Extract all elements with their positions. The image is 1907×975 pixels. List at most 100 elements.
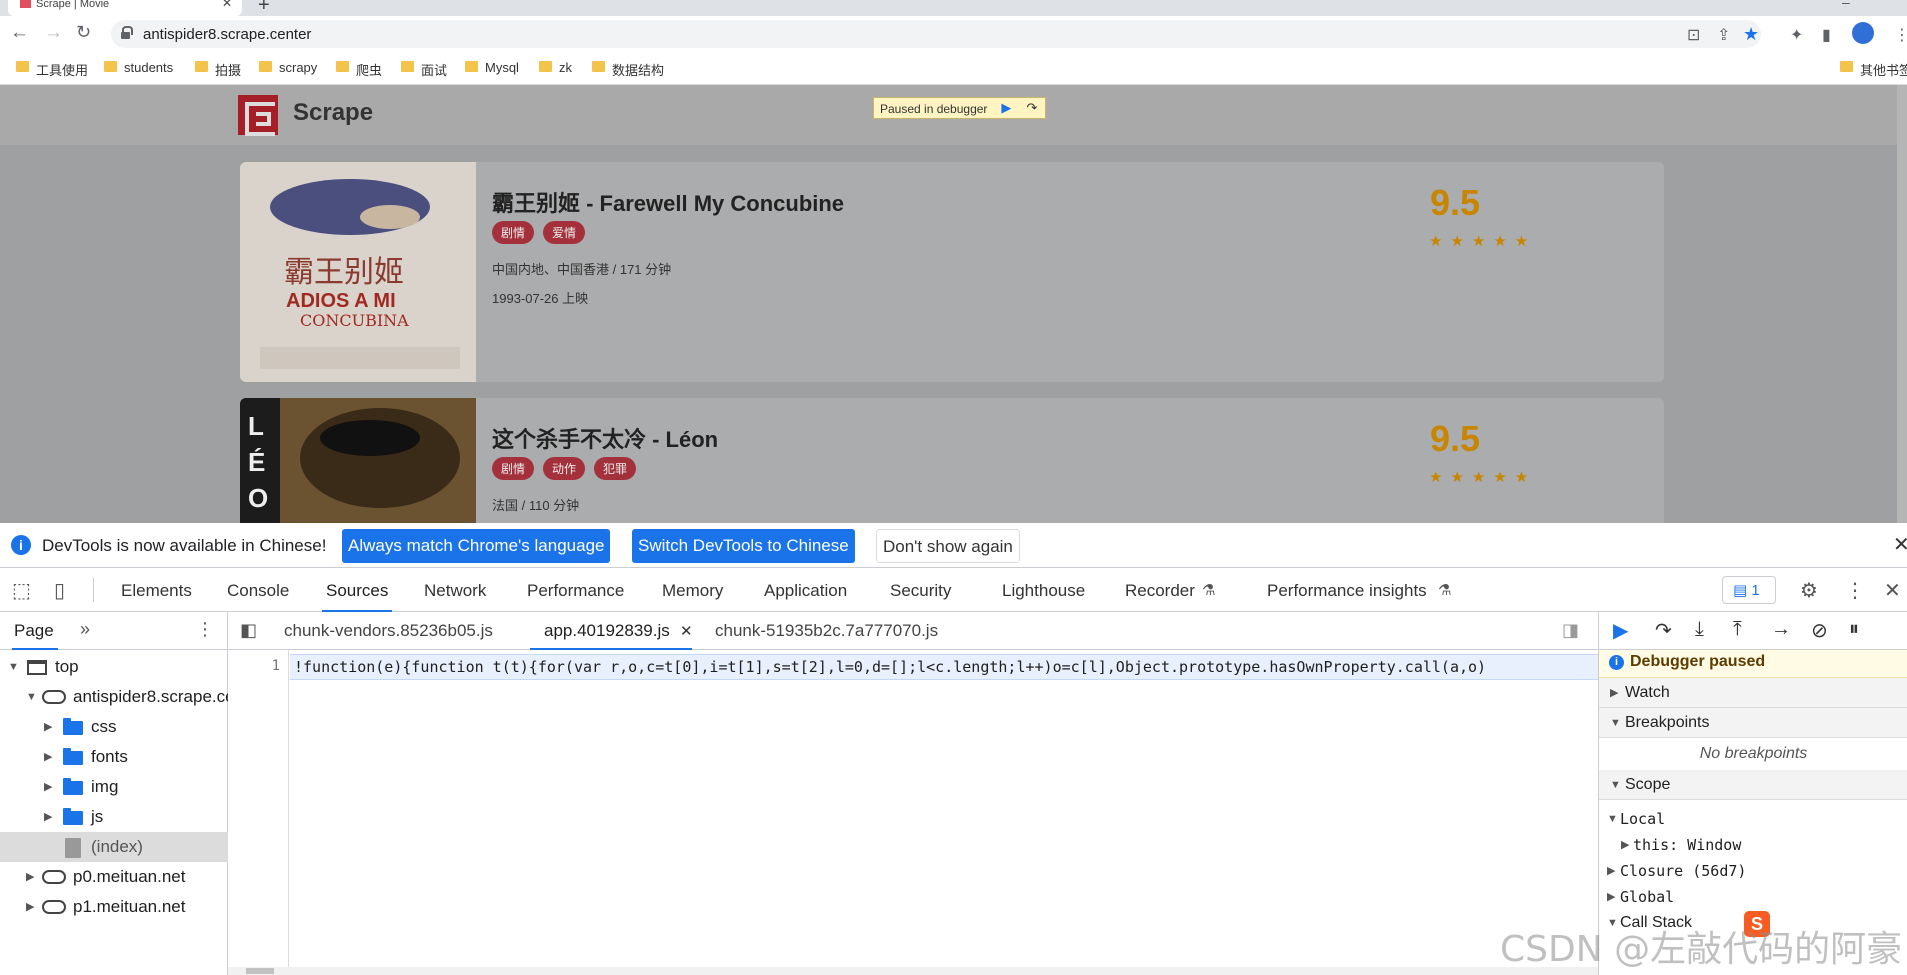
bookmark-item[interactable]: Mysql [463, 60, 519, 75]
section-scope[interactable]: ▼ Scope [1599, 770, 1907, 800]
code-text[interactable]: !function(e){function t(t){for(var r,o,c… [294, 658, 1486, 676]
switch-devtools-chinese-button[interactable]: Switch DevTools to Chinese [632, 529, 855, 563]
movie-title[interactable]: 这个杀手不太冷 - Léon [492, 422, 718, 454]
expand-arrow-icon[interactable]: ▶ [44, 802, 52, 832]
tree-node-file[interactable]: (index) [0, 832, 228, 862]
bookmark-item[interactable]: 工具使用 [14, 60, 88, 79]
bookmark-item[interactable]: 数据结构 [590, 60, 664, 79]
expand-arrow-icon[interactable]: ▶ [1607, 860, 1615, 882]
pause-on-exceptions-icon[interactable]: ⏸ [1849, 618, 1859, 641]
expand-arrow-icon[interactable]: ▶ [1610, 678, 1618, 708]
genre-tag[interactable]: 爱情 [543, 221, 586, 244]
collapse-arrow-icon[interactable]: ▼ [1610, 708, 1621, 738]
bookmark-item[interactable]: zk [537, 60, 572, 75]
tab-performance[interactable]: Performance [527, 581, 624, 601]
bookmark-item[interactable]: 拍摄 [193, 60, 241, 79]
new-tab-icon[interactable]: + [258, 0, 270, 17]
tab-performance-insights[interactable]: Performance insights [1267, 581, 1427, 601]
editor-tab[interactable]: chunk-51935b2c.7a777070.js [715, 621, 938, 641]
genre-tag[interactable]: 犯罪 [594, 457, 637, 480]
scope-closure[interactable]: ▶ Closure (56d7) [1599, 860, 1907, 882]
bookmark-item[interactable]: students [102, 60, 173, 75]
scope-local[interactable]: ▼ Local [1599, 808, 1907, 830]
tree-node-domain[interactable]: ▶ p1.meituan.net [0, 892, 228, 922]
share-icon[interactable]: ⇪ [1717, 25, 1730, 45]
editor-tab-active[interactable]: app.40192839.js [530, 621, 692, 650]
section-watch[interactable]: ▶ Watch [1599, 678, 1907, 708]
genre-tag[interactable]: 剧情 [492, 457, 535, 480]
tree-node-domain[interactable]: ▼ antispider8.scrape.center [0, 682, 228, 712]
step-icon[interactable]: → [1771, 618, 1791, 641]
expand-arrow-icon[interactable]: ▶ [44, 712, 52, 742]
other-bookmarks[interactable]: 其他书签 [1838, 60, 1907, 79]
dont-show-again-button[interactable]: Don't show again [876, 529, 1020, 563]
sidepanel-icon[interactable]: ▮ [1822, 25, 1831, 45]
resume-icon[interactable]: ▶ [1001, 100, 1011, 116]
menu-icon[interactable]: ⋮ [1894, 25, 1907, 45]
browser-tab[interactable]: Scrape | Movie ✕ [8, 0, 242, 16]
forward-icon[interactable]: → [44, 22, 63, 44]
close-tab-icon[interactable]: ✕ [222, 0, 232, 9]
bookmark-item[interactable]: 面试 [399, 60, 447, 79]
tree-node-domain[interactable]: ▶ p0.meituan.net [0, 862, 228, 892]
always-match-language-button[interactable]: Always match Chrome's language [342, 529, 611, 563]
site-brand[interactable]: Scrape [293, 99, 373, 127]
extensions-icon[interactable]: ✦ [1790, 25, 1803, 45]
close-devtools-icon[interactable]: ✕ [1884, 578, 1901, 603]
step-over-icon[interactable]: ↷ [1027, 100, 1038, 116]
scrape-logo[interactable] [238, 95, 278, 136]
bookmark-item[interactable]: scrapy [257, 60, 317, 75]
url-text[interactable]: antispider8.scrape.center [143, 26, 311, 43]
lock-icon[interactable] [121, 26, 133, 39]
bookmark-item[interactable]: 爬虫 [334, 60, 382, 79]
inspect-element-icon[interactable]: ⬚ [12, 578, 31, 603]
tab-sources[interactable]: Sources [321, 581, 393, 613]
tree-node-folder[interactable]: ▶ fonts [0, 742, 228, 772]
toggle-debugger-icon[interactable]: ◨ [1562, 620, 1579, 641]
expand-arrow-icon[interactable]: ▶ [26, 892, 34, 922]
more-options-icon[interactable]: ⋮ [1845, 578, 1865, 603]
address-bar[interactable]: antispider8.scrape.center ⊡ ⇪ ★ [111, 20, 1761, 48]
navigator-menu-icon[interactable]: ⋮ [196, 619, 214, 640]
resume-icon[interactable]: ▶ [1613, 618, 1628, 643]
page-scrollbar[interactable] [1897, 85, 1907, 523]
tab-lighthouse[interactable]: Lighthouse [1002, 581, 1085, 601]
tab-recorder[interactable]: Recorder [1125, 581, 1195, 601]
genre-tag[interactable]: 剧情 [492, 221, 535, 244]
tab-page[interactable]: Page [12, 621, 58, 650]
step-into-icon[interactable]: ⤓ [1695, 618, 1704, 641]
step-over-icon[interactable]: ↷ [1655, 618, 1672, 643]
close-infobar-icon[interactable]: ✕ [1893, 532, 1907, 557]
device-toolbar-icon[interactable]: ▯ [54, 578, 65, 603]
editor-tab[interactable]: chunk-vendors.85236b05.js [284, 621, 493, 641]
reload-icon[interactable]: ↻ [76, 22, 91, 43]
close-file-icon[interactable]: ✕ [680, 622, 693, 640]
tree-node-folder[interactable]: ▶ img [0, 772, 228, 802]
tab-memory[interactable]: Memory [662, 581, 723, 601]
collapse-arrow-icon[interactable]: ▼ [1607, 808, 1618, 830]
line-number[interactable]: 1 [272, 658, 280, 674]
movie-card[interactable]: 霸王别姬 ADIOS A MI CONCUBINA 霸王别姬 - Farewel… [240, 162, 1664, 382]
tree-node-top[interactable]: ▼ top [0, 652, 228, 682]
expand-arrow-icon[interactable]: ▶ [1621, 834, 1629, 856]
expand-arrow-icon[interactable]: ▶ [26, 862, 34, 892]
step-out-icon[interactable]: ⤒ [1733, 618, 1742, 641]
gear-icon[interactable]: ⚙ [1800, 578, 1818, 603]
back-icon[interactable]: ← [10, 22, 29, 44]
code-line[interactable]: !function(e){function t(t){for(var r,o,c… [290, 654, 1598, 680]
toggle-navigator-icon[interactable]: ◧ [240, 620, 257, 641]
tab-elements[interactable]: Elements [121, 581, 192, 601]
more-tabs-icon[interactable]: » [80, 619, 90, 640]
expand-arrow-icon[interactable]: ▶ [1607, 886, 1615, 908]
deactivate-breakpoints-icon[interactable]: ⊘ [1811, 618, 1828, 643]
expand-arrow-icon[interactable]: ▶ [44, 772, 52, 802]
horizontal-scrollbar[interactable] [228, 967, 1598, 975]
expand-arrow-icon[interactable]: ▼ [8, 652, 19, 682]
collapse-arrow-icon[interactable]: ▼ [1610, 770, 1621, 800]
tab-application[interactable]: Application [764, 581, 847, 601]
expand-arrow-icon[interactable]: ▼ [26, 682, 37, 712]
movie-card[interactable]: LÉO 这个杀手不太冷 - Léon 剧情 动作 犯罪 法国 / 110 分钟 9.… [240, 398, 1664, 523]
minimize-icon[interactable]: – [1842, 0, 1850, 10]
tab-security[interactable]: Security [890, 581, 951, 601]
tab-console[interactable]: Console [227, 581, 289, 601]
